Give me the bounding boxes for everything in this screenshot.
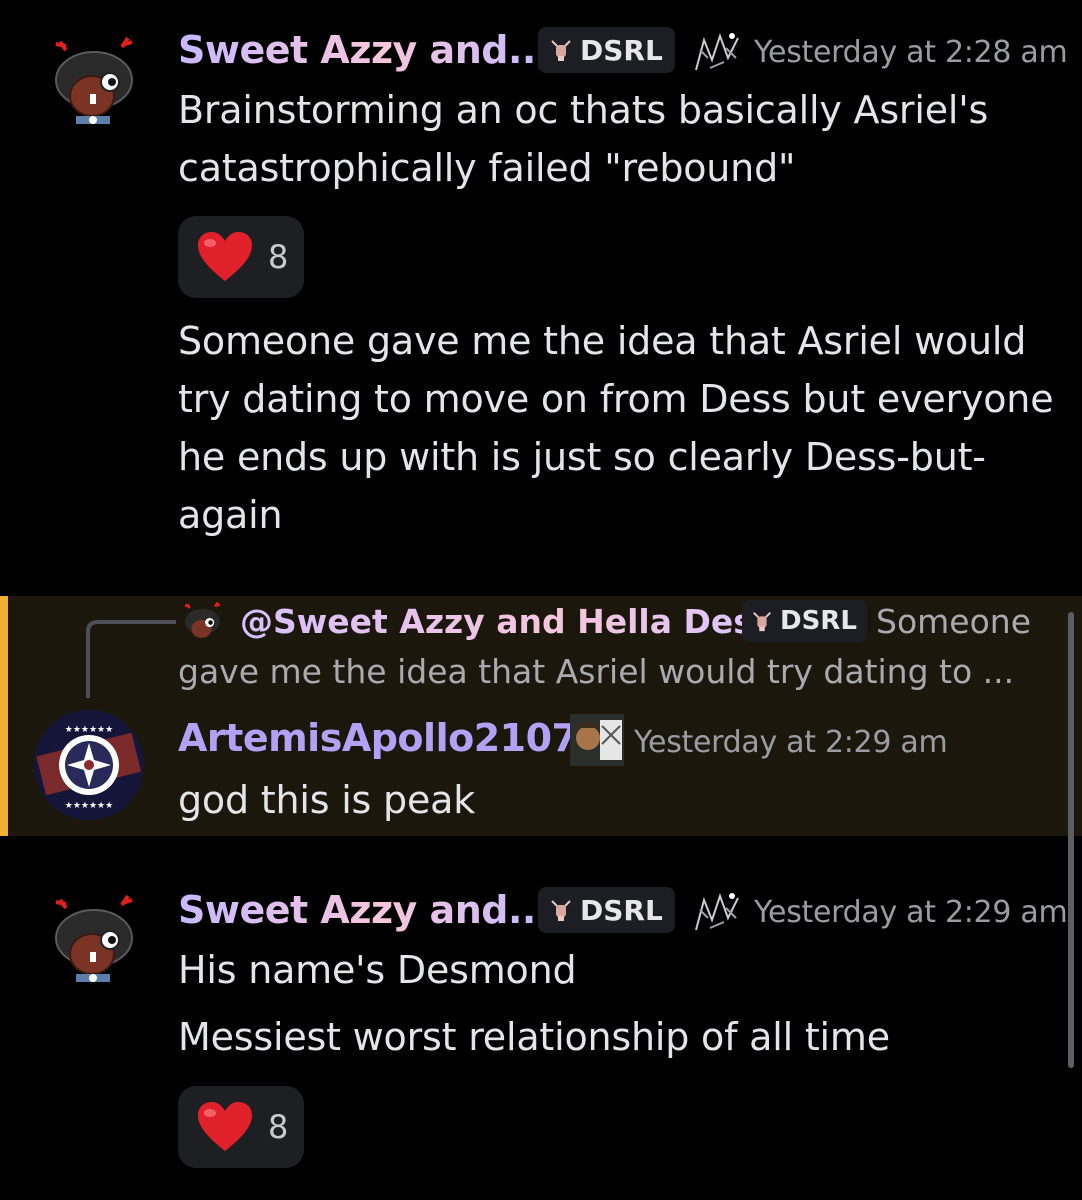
guild-tag-label: DSRL (580, 33, 663, 67)
svg-text:★★★★★★: ★★★★★★ (65, 801, 113, 811)
avatar[interactable] (36, 28, 146, 138)
reaction-count: 8 (268, 1108, 289, 1146)
message-timestamp: Yesterday at 2:29 am (634, 725, 948, 760)
avatar-character-icon (55, 894, 133, 982)
author-name[interactable]: Sweet Azzy and... (178, 888, 550, 932)
message-line: try dating to move on from Dess but ever… (178, 377, 1054, 421)
reply-snippet[interactable]: Someone (876, 602, 1031, 641)
message-line: again (178, 493, 283, 537)
avatar[interactable]: ★★★★★★ ★★★★★★ (34, 710, 144, 820)
avatar-character-icon (184, 601, 221, 638)
message-text: god this is peak (178, 778, 476, 822)
message-line: he ends up with is just so clearly Dess-… (178, 435, 986, 479)
goat-icon (753, 612, 771, 632)
message-line: Someone gave me the idea that Asriel wou… (178, 319, 1027, 363)
message-line: Brainstorming an oc thats basically Asri… (178, 88, 989, 132)
role-icon (570, 714, 624, 770)
message-text: His name's Desmond (178, 948, 577, 992)
role-icon (690, 890, 746, 940)
scrollbar[interactable] (1068, 612, 1074, 1068)
message-text: Brainstorming an oc thats basically Asri… (178, 81, 988, 197)
guild-tag[interactable]: DSRL (538, 27, 675, 73)
message-timestamp: Yesterday at 2:28 am (754, 35, 1068, 70)
compass-crest-icon: ★★★★★★ ★★★★★★ (34, 710, 144, 820)
reply-mention[interactable]: @Sweet Azzy and Hella Dess (240, 602, 773, 641)
message-text: Messiest worst relationship of all time (178, 1015, 890, 1059)
heart-emoji-icon (198, 232, 252, 281)
message-text: Someone gave me the idea that Asriel wou… (178, 312, 1054, 544)
message-timestamp: Yesterday at 2:29 am (754, 895, 1068, 930)
reaction-count: 8 (268, 238, 289, 276)
message-line: catastrophically failed "rebound" (178, 146, 796, 190)
reply-avatar[interactable] (176, 598, 226, 648)
reaction-heart[interactable]: 8 (178, 216, 304, 298)
guild-tag[interactable]: DSRL (538, 887, 675, 933)
reaction-heart[interactable]: 8 (178, 1086, 304, 1168)
author-name[interactable]: ArtemisApollo2107 (178, 716, 578, 760)
reply-spine (86, 620, 176, 698)
goat-icon (551, 40, 571, 61)
author-name[interactable]: Sweet Azzy and... (178, 28, 550, 72)
avatar[interactable] (36, 886, 146, 996)
reply-guild-tag[interactable]: DSRL (742, 600, 867, 642)
role-icon (690, 30, 746, 80)
guild-tag-label: DSRL (780, 606, 857, 636)
heart-emoji-icon (198, 1102, 252, 1151)
mention-highlight-bar (0, 596, 8, 836)
reply-snippet[interactable]: gave me the idea that Asriel would try d… (178, 652, 1014, 691)
goat-icon (551, 900, 571, 921)
guild-tag-label: DSRL (580, 893, 663, 927)
avatar-character-icon (55, 36, 133, 124)
svg-text:★★★★★★: ★★★★★★ (65, 725, 113, 735)
